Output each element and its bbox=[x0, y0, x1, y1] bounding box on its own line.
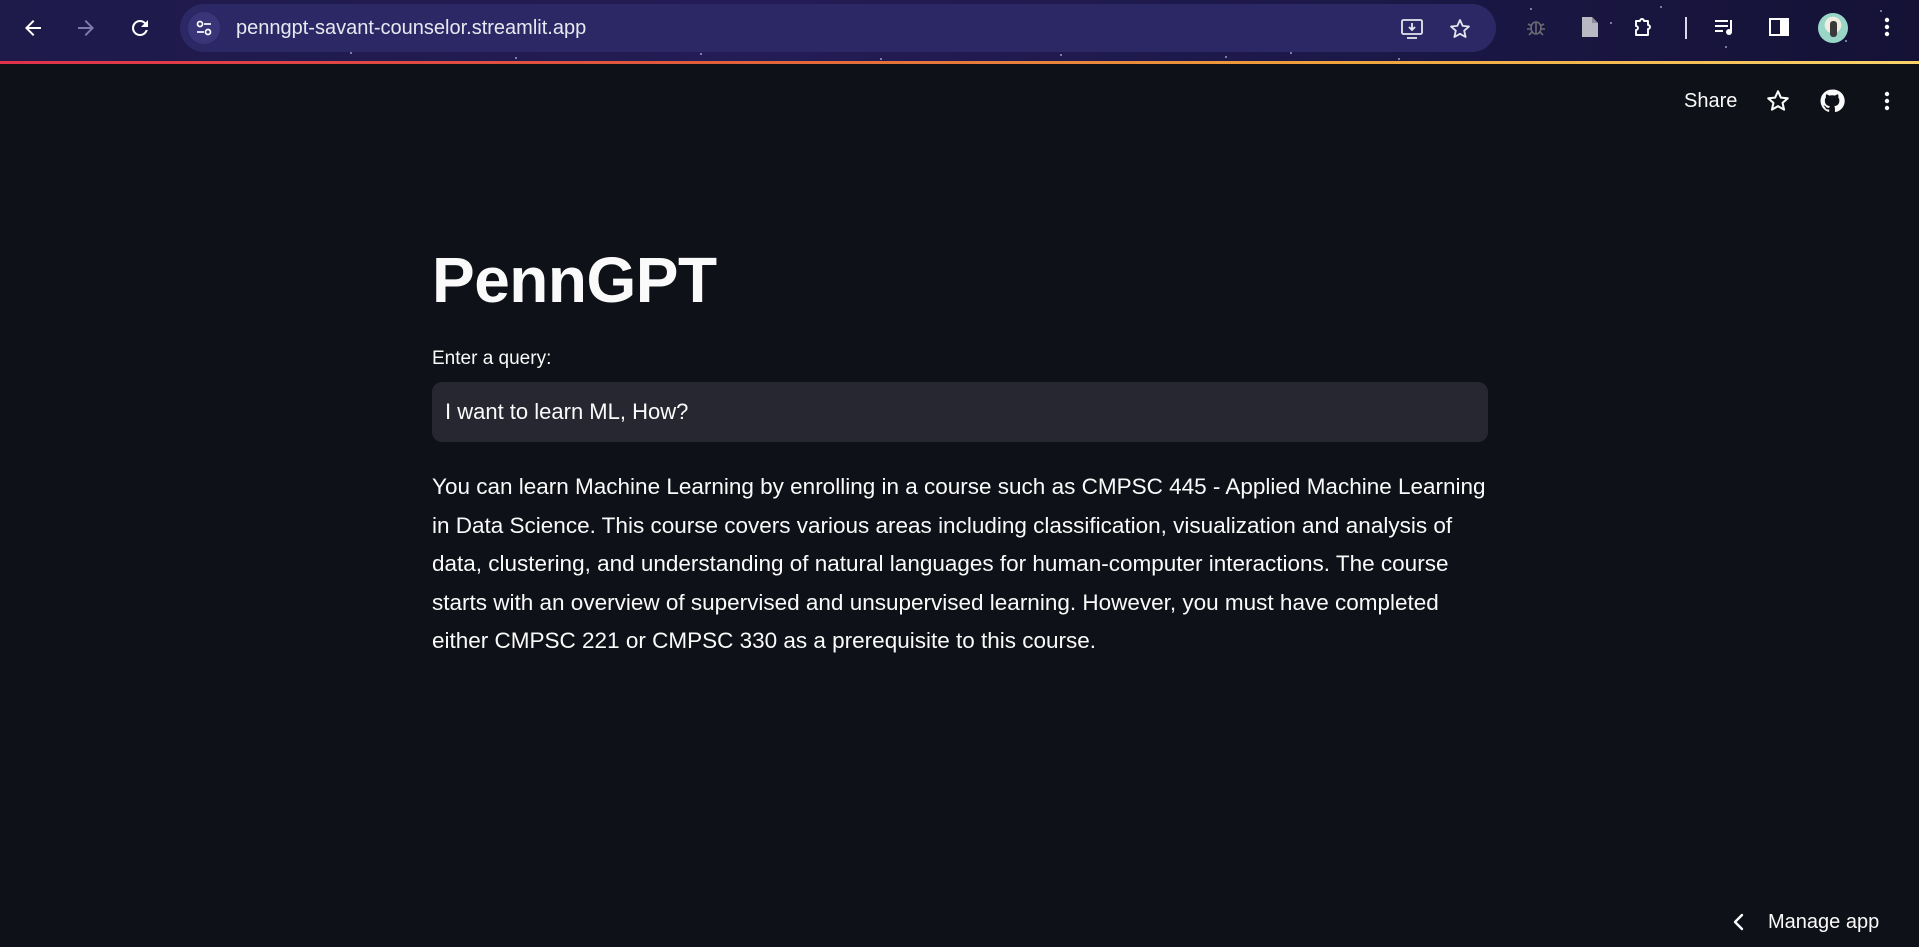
forward-button[interactable] bbox=[70, 12, 102, 44]
bug-extension-icon bbox=[1527, 21, 1545, 36]
app-menu-button[interactable] bbox=[1874, 86, 1900, 116]
star-icon bbox=[1767, 90, 1789, 111]
media-controls-icon bbox=[1715, 20, 1732, 35]
side-panel-button[interactable] bbox=[1765, 13, 1793, 41]
browser-toolbar: penngpt-savant-counselor.streamlit.app bbox=[0, 0, 1919, 63]
share-button[interactable]: Share bbox=[1684, 86, 1737, 116]
puzzle-icon bbox=[1635, 18, 1651, 36]
share-label: Share bbox=[1684, 89, 1738, 112]
site-info-button[interactable] bbox=[188, 12, 220, 44]
extension-document-button[interactable] bbox=[1576, 13, 1604, 41]
reload-icon bbox=[132, 20, 148, 36]
side-panel-icon bbox=[1769, 18, 1789, 36]
address-bar[interactable]: penngpt-savant-counselor.streamlit.app bbox=[180, 4, 1496, 52]
url-text[interactable]: penngpt-savant-counselor.streamlit.app bbox=[236, 4, 586, 52]
install-app-icon bbox=[1401, 19, 1423, 39]
chevron-left-icon bbox=[1733, 913, 1744, 931]
favorite-button[interactable] bbox=[1763, 86, 1793, 116]
github-button[interactable] bbox=[1817, 86, 1847, 116]
answer-text: You can learn Machine Learning by enroll… bbox=[432, 474, 1486, 653]
extensions-button[interactable] bbox=[1630, 13, 1658, 41]
page-title: PennGPT bbox=[432, 244, 717, 316]
manage-app-button[interactable]: Manage app bbox=[1732, 905, 1879, 939]
media-controls-button[interactable] bbox=[1711, 13, 1739, 41]
reload-button[interactable] bbox=[124, 12, 156, 44]
query-label: Enter a query: bbox=[432, 348, 552, 369]
github-icon bbox=[1820, 89, 1845, 113]
install-app-button[interactable] bbox=[1400, 16, 1426, 42]
streamlit-decoration-bar bbox=[0, 61, 1919, 64]
tune-icon bbox=[196, 20, 212, 36]
bookmark-button[interactable] bbox=[1447, 16, 1473, 42]
back-button[interactable] bbox=[17, 12, 49, 44]
arrow-right-icon bbox=[78, 20, 94, 36]
arrow-left-icon bbox=[25, 20, 41, 36]
kebab-menu-icon bbox=[1884, 17, 1890, 37]
extension-bug-button[interactable] bbox=[1522, 13, 1550, 41]
query-input[interactable] bbox=[432, 382, 1488, 442]
document-extension-icon bbox=[1582, 17, 1598, 37]
browser-menu-button[interactable] bbox=[1873, 13, 1901, 41]
star-icon bbox=[1450, 19, 1470, 38]
manage-app-label: Manage app bbox=[1768, 910, 1880, 933]
avatar[interactable] bbox=[1818, 13, 1848, 43]
kebab-menu-icon bbox=[1884, 91, 1890, 111]
toolbar-divider bbox=[1685, 17, 1687, 39]
